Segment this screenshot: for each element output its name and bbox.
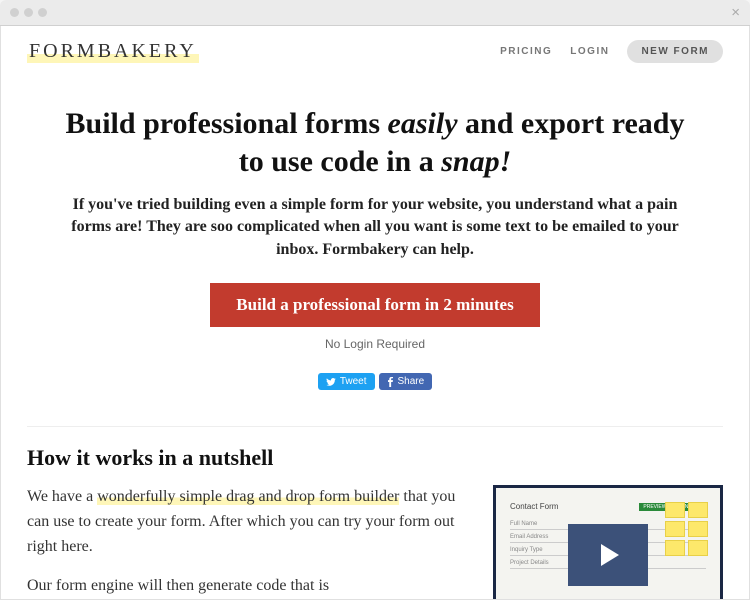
p1-a: We have a	[27, 488, 97, 505]
cta-note: No Login Required	[51, 337, 699, 351]
facebook-icon	[387, 377, 394, 387]
section-p1: We have a wonderfully simple drag and dr…	[27, 485, 473, 559]
tweet-button[interactable]: Tweet	[318, 373, 375, 390]
section-p2: Our form engine will then generate code …	[27, 574, 473, 599]
form-preview-title: Contact Form	[510, 502, 558, 511]
section-text: How it works in a nutshell We have a won…	[27, 445, 473, 600]
social-buttons: Tweet Share	[51, 373, 699, 390]
page-content: FORMBAKERY PRICING LOGIN NEW FORM Build …	[0, 26, 750, 600]
sticky-note-icon	[665, 521, 685, 537]
close-icon[interactable]: ×	[731, 4, 740, 21]
p1-highlight: wonderfully simple drag and drop form bu…	[97, 488, 399, 505]
hero-title-em2: snap!	[441, 145, 511, 178]
traffic-light-min[interactable]	[24, 8, 33, 17]
traffic-light-max[interactable]	[38, 8, 47, 17]
play-icon[interactable]	[568, 524, 648, 586]
section-title: How it works in a nutshell	[27, 445, 473, 471]
share-label: Share	[398, 376, 425, 387]
browser-chrome: ×	[0, 0, 750, 26]
new-form-button[interactable]: NEW FORM	[627, 40, 723, 63]
main-nav: PRICING LOGIN NEW FORM	[500, 40, 723, 63]
header: FORMBAKERY PRICING LOGIN NEW FORM	[1, 26, 749, 73]
logo[interactable]: FORMBAKERY	[27, 40, 199, 63]
video-thumbnail[interactable]: Contact FormPREVIEW & DOWNLOAD Full Name…	[493, 485, 723, 600]
hero: Build professional forms easily and expo…	[1, 73, 749, 426]
hero-title-part1: Build professional forms	[66, 107, 388, 140]
tweet-label: Tweet	[340, 376, 367, 387]
hero-title: Build professional forms easily and expo…	[51, 105, 699, 180]
hero-title-em1: easily	[388, 107, 458, 140]
sticky-note-icon	[665, 540, 685, 556]
share-button[interactable]: Share	[379, 373, 433, 390]
nav-pricing[interactable]: PRICING	[500, 46, 552, 57]
nav-login[interactable]: LOGIN	[570, 46, 609, 57]
sticky-note-icon	[688, 540, 708, 556]
sticky-note-icon	[688, 502, 708, 518]
how-it-works: How it works in a nutshell We have a won…	[1, 427, 749, 600]
sticky-note-icon	[688, 521, 708, 537]
sticky-note-icon	[665, 502, 685, 518]
traffic-light-close[interactable]	[10, 8, 19, 17]
cta-button[interactable]: Build a professional form in 2 minutes	[210, 283, 539, 327]
traffic-lights	[10, 8, 47, 17]
hero-subtitle: If you've tried building even a simple f…	[51, 194, 699, 261]
sticky-palette	[665, 502, 708, 556]
twitter-icon	[326, 378, 336, 386]
